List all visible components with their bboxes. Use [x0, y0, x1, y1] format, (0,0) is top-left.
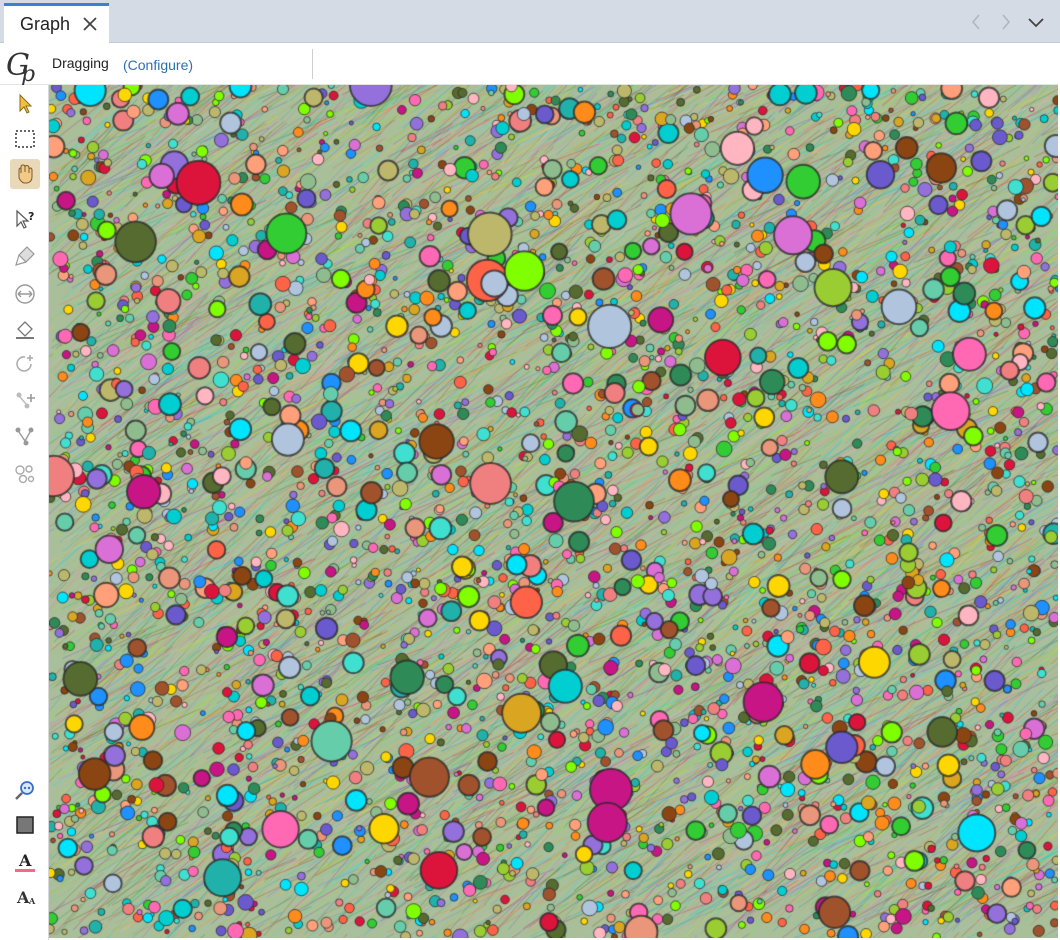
- edit-info-tool[interactable]: ?: [10, 205, 40, 235]
- gephi-logo-icon: G p: [4, 45, 44, 87]
- rotate-tool[interactable]: [10, 349, 40, 379]
- color-fill-tool[interactable]: [10, 314, 40, 344]
- chevron-right-icon[interactable]: [994, 10, 1018, 34]
- pointer-question-icon: ?: [16, 209, 34, 229]
- select-pointer-tool[interactable]: [10, 89, 40, 119]
- bucket-icon: [16, 321, 34, 339]
- rectangle-select-tool[interactable]: [10, 124, 40, 154]
- pointer-icon: [19, 93, 33, 114]
- svg-text:p: p: [21, 62, 35, 85]
- configure-link[interactable]: (Configure): [123, 57, 193, 73]
- network-graph[interactable]: [49, 85, 1058, 938]
- chevron-left-icon[interactable]: [964, 10, 988, 34]
- mode-label: Dragging: [52, 55, 109, 71]
- tab-navigation: [964, 10, 1048, 34]
- svg-text:?: ?: [28, 210, 34, 223]
- drag-hand-tool[interactable]: [10, 159, 40, 189]
- shortest-path-tool[interactable]: [10, 459, 40, 489]
- add-edge-tool[interactable]: [10, 421, 40, 451]
- chevron-down-icon[interactable]: [1024, 10, 1048, 34]
- size-tool[interactable]: [10, 279, 40, 309]
- close-icon[interactable]: [81, 12, 99, 36]
- label-color-tool[interactable]: A: [10, 846, 40, 876]
- path-icon: [15, 465, 35, 484]
- text-color-icon: A: [15, 851, 35, 872]
- svg-text:A: A: [18, 851, 32, 870]
- marquee-icon: [15, 130, 35, 148]
- add-node-icon: [16, 392, 35, 409]
- resize-icon: [15, 284, 35, 304]
- background-color-tool[interactable]: [10, 810, 40, 840]
- tab-label: Graph: [20, 14, 71, 34]
- tool-palette: ? A AA: [0, 85, 49, 940]
- graph-canvas[interactable]: [49, 85, 1058, 938]
- label-size-tool[interactable]: AA: [10, 881, 40, 911]
- magnifier-icon: [15, 781, 34, 800]
- svg-text:A: A: [16, 888, 30, 907]
- toolbar-separator: [312, 49, 313, 79]
- tab-strip: Graph: [0, 0, 1060, 43]
- svg-text:A: A: [28, 896, 36, 906]
- zoom-tool[interactable]: [10, 775, 40, 805]
- brush-icon: [15, 246, 35, 266]
- painter-tool[interactable]: [10, 241, 40, 271]
- add-node-tool[interactable]: [10, 385, 40, 415]
- rotate-icon: [16, 355, 33, 372]
- add-edge-icon: [15, 427, 34, 446]
- hand-icon: [18, 164, 33, 184]
- tab-graph[interactable]: Graph: [4, 3, 109, 43]
- square-icon: [16, 816, 34, 834]
- text-size-icon: AA: [16, 888, 36, 907]
- graph-toolbar: G p Dragging (Configure): [0, 43, 1060, 87]
